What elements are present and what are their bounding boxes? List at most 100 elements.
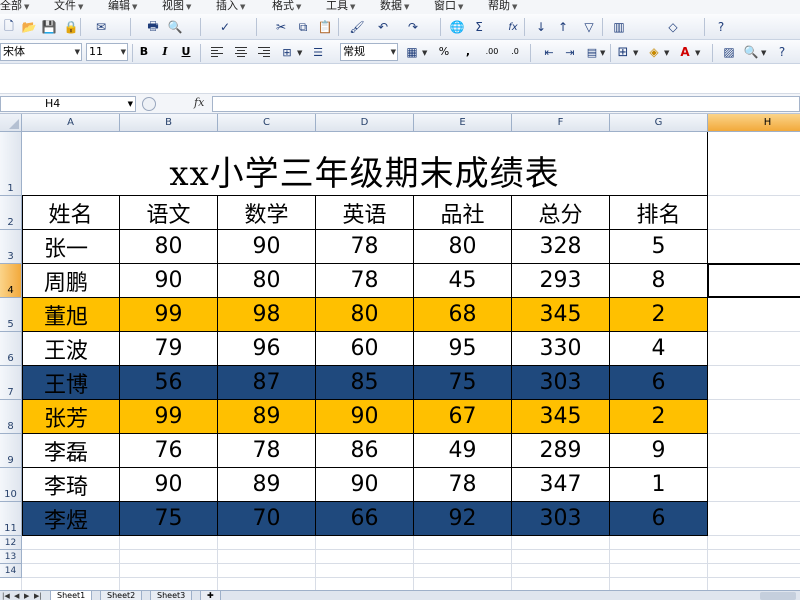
score-cell[interactable]: 79 bbox=[120, 332, 218, 366]
menu-item[interactable]: 全部 ▼ bbox=[0, 0, 29, 14]
score-cell[interactable]: 78 bbox=[414, 468, 512, 502]
italic-button[interactable]: I bbox=[157, 44, 173, 60]
score-cell[interactable]: 90 bbox=[120, 468, 218, 502]
font-size-select[interactable]: 11 ▼ bbox=[86, 43, 128, 61]
merge-center-icon[interactable]: ⊞ bbox=[278, 43, 296, 61]
student-name-cell[interactable]: 王博 bbox=[22, 366, 120, 400]
autosum-icon[interactable]: Σ bbox=[470, 18, 488, 36]
score-cell[interactable]: 95 bbox=[414, 332, 512, 366]
column-header[interactable]: D bbox=[316, 114, 414, 132]
help-icon[interactable]: ? bbox=[773, 43, 791, 61]
score-cell[interactable]: 45 bbox=[414, 264, 512, 298]
student-name-cell[interactable]: 李琦 bbox=[22, 468, 120, 502]
score-cell[interactable]: 345 bbox=[512, 298, 610, 332]
student-name-cell[interactable]: 周鹏 bbox=[22, 264, 120, 298]
bold-button[interactable]: B bbox=[136, 44, 152, 60]
header-cell[interactable]: 总分 bbox=[512, 196, 610, 230]
borders-icon[interactable]: ⊞ bbox=[614, 43, 632, 61]
student-name-cell[interactable]: 李煜 bbox=[22, 502, 120, 536]
sort-asc-icon[interactable]: ↓ bbox=[532, 18, 550, 36]
chevron-down-icon[interactable]: ▼ bbox=[695, 49, 700, 57]
header-cell[interactable]: 排名 bbox=[610, 196, 708, 230]
cancel-formula-icon[interactable] bbox=[142, 97, 156, 111]
table-title[interactable]: xx小学三年级期末成绩表 bbox=[22, 132, 708, 196]
student-name-cell[interactable]: 董旭 bbox=[22, 298, 120, 332]
wrap-text-icon[interactable]: ☰ bbox=[309, 43, 327, 61]
score-cell[interactable]: 78 bbox=[316, 264, 414, 298]
name-box[interactable]: H4 ▼ bbox=[0, 96, 136, 112]
mail-icon[interactable]: ✉ bbox=[92, 18, 110, 36]
open-icon[interactable]: 📂 bbox=[20, 18, 38, 36]
font-name-select[interactable]: 宋体 ▼ bbox=[0, 43, 82, 61]
header-cell[interactable]: 品社 bbox=[414, 196, 512, 230]
menu-item[interactable]: 数据 ▼ bbox=[380, 0, 409, 14]
student-name-cell[interactable]: 张芳 bbox=[22, 400, 120, 434]
styles-icon[interactable]: ▨ bbox=[720, 43, 738, 61]
header-cell[interactable]: 姓名 bbox=[22, 196, 120, 230]
score-cell[interactable]: 68 bbox=[414, 298, 512, 332]
sheet-tab[interactable]: Sheet2 bbox=[100, 591, 143, 600]
score-cell[interactable]: 67 bbox=[414, 400, 512, 434]
prev-sheet-icon[interactable]: ◀ bbox=[14, 592, 19, 600]
chevron-down-icon[interactable]: ▼ bbox=[297, 49, 302, 57]
score-cell[interactable]: 330 bbox=[512, 332, 610, 366]
number-format-select[interactable]: 常规 ▼ bbox=[340, 43, 398, 61]
score-cell[interactable]: 56 bbox=[120, 366, 218, 400]
new-icon[interactable]: 🗋 bbox=[0, 18, 18, 36]
score-cell[interactable]: 303 bbox=[512, 502, 610, 536]
select-all-button[interactable] bbox=[0, 114, 22, 132]
decrease-indent-icon[interactable]: ⇤ bbox=[540, 43, 558, 61]
zoom-icon[interactable]: 🔍 bbox=[742, 43, 760, 61]
sort-desc-icon[interactable]: ↑ bbox=[554, 18, 572, 36]
row-header[interactable]: 14 bbox=[0, 564, 22, 578]
chevron-down-icon[interactable]: ▼ bbox=[633, 49, 638, 57]
score-cell[interactable]: 86 bbox=[316, 434, 414, 468]
score-cell[interactable]: 92 bbox=[414, 502, 512, 536]
score-cell[interactable]: 78 bbox=[218, 434, 316, 468]
menu-item[interactable]: 窗口 ▼ bbox=[434, 0, 463, 14]
menu-item[interactable]: 帮助 ▼ bbox=[488, 0, 517, 14]
score-cell[interactable]: 89 bbox=[218, 400, 316, 434]
currency-icon[interactable]: ▦ bbox=[403, 43, 421, 61]
filter-icon[interactable]: ▽ bbox=[580, 18, 598, 36]
paste-icon[interactable]: 📋 bbox=[316, 18, 334, 36]
spreadsheet-grid[interactable]: A B C D E F G H 1 2 3 4 5 6 7 8 9 10 11 12 13 14 xx小学三年级期末成绩表姓… bbox=[0, 114, 800, 590]
save-icon[interactable]: 💾 bbox=[40, 18, 58, 36]
sheet-tab[interactable]: Sheet1 bbox=[50, 591, 93, 600]
header-cell[interactable]: 语文 bbox=[120, 196, 218, 230]
row-header[interactable]: 7 bbox=[0, 366, 22, 400]
print-icon[interactable]: 🖶 bbox=[144, 18, 162, 36]
format-painter-icon[interactable]: 🖌 bbox=[348, 18, 366, 36]
percent-button[interactable]: % bbox=[436, 44, 452, 60]
row-header[interactable]: 2 bbox=[0, 196, 22, 230]
undo-icon[interactable]: ↶ bbox=[374, 18, 392, 36]
drawing-icon[interactable]: ◇ bbox=[664, 18, 682, 36]
first-sheet-icon[interactable]: |◀ bbox=[2, 592, 10, 600]
chevron-down-icon[interactable]: ▼ bbox=[422, 49, 427, 57]
score-cell[interactable]: 6 bbox=[610, 502, 708, 536]
comma-button[interactable]: , bbox=[460, 44, 476, 60]
sheet-tab[interactable]: Sheet3 bbox=[150, 591, 193, 600]
column-header[interactable]: G bbox=[610, 114, 708, 132]
menu-item[interactable]: 视图 ▼ bbox=[162, 0, 191, 14]
chart-icon[interactable]: ▥ bbox=[610, 18, 628, 36]
score-cell[interactable]: 2 bbox=[610, 400, 708, 434]
redo-icon[interactable]: ↷ bbox=[404, 18, 422, 36]
next-sheet-icon[interactable]: ▶ bbox=[24, 592, 29, 600]
score-cell[interactable]: 85 bbox=[316, 366, 414, 400]
score-cell[interactable]: 66 bbox=[316, 502, 414, 536]
score-cell[interactable]: 2 bbox=[610, 298, 708, 332]
insert-function-button[interactable]: fx bbox=[194, 96, 204, 109]
row-header[interactable]: 1 bbox=[0, 132, 22, 196]
row-header[interactable]: 6 bbox=[0, 332, 22, 366]
align-left-button[interactable] bbox=[210, 45, 224, 59]
horizontal-scrollbar[interactable] bbox=[760, 592, 796, 600]
header-cell[interactable]: 数学 bbox=[218, 196, 316, 230]
row-header[interactable]: 4 bbox=[0, 264, 22, 298]
column-header[interactable]: E bbox=[414, 114, 512, 132]
formula-input[interactable] bbox=[212, 96, 800, 112]
row-header[interactable]: 11 bbox=[0, 502, 22, 536]
score-cell[interactable]: 99 bbox=[120, 298, 218, 332]
score-cell[interactable]: 80 bbox=[414, 230, 512, 264]
menu-item[interactable]: 工具 ▼ bbox=[326, 0, 355, 14]
